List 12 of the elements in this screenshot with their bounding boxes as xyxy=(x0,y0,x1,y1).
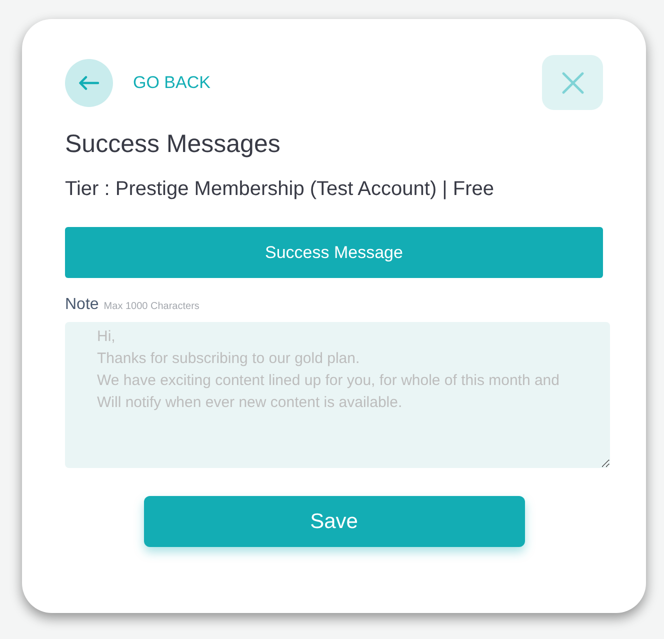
close-button[interactable] xyxy=(542,55,603,110)
note-label: Note xyxy=(65,295,99,315)
note-textarea[interactable]: Hi, Thanks for subscribing to our gold plan. We have exciting content lined up for you, for whole of this month and Will notify when ever new content is available. xyxy=(65,322,610,468)
note-hint: Max 1000 Characters xyxy=(104,301,200,313)
modal-title: Success Messages xyxy=(65,129,280,159)
section-header-bar: Success Message xyxy=(65,227,603,278)
tier-subtitle: Tier : Prestige Membership (Test Account) | Free xyxy=(65,177,494,201)
save-button[interactable]: Save xyxy=(144,496,524,547)
arrow-left-icon xyxy=(79,76,99,90)
go-back-link[interactable]: GO BACK xyxy=(133,70,210,96)
close-icon xyxy=(562,72,584,94)
back-button[interactable] xyxy=(65,58,113,106)
